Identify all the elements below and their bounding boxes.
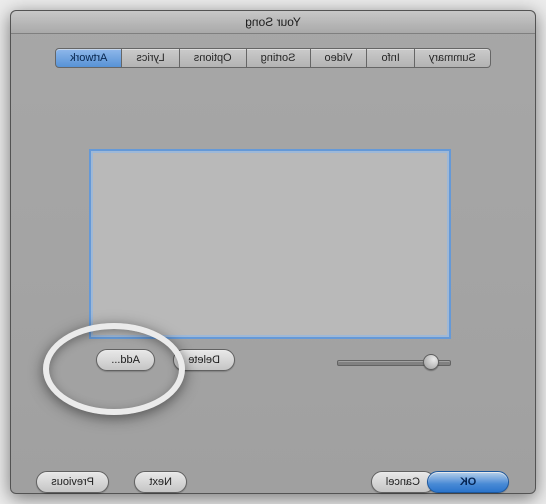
next-button[interactable]: Next	[134, 471, 187, 493]
tab-lyrics[interactable]: Lyrics	[122, 48, 179, 68]
tab-options[interactable]: Options	[180, 48, 247, 68]
cancel-button[interactable]: Cancel	[371, 471, 435, 493]
tab-bar: Summary Info Video Sorting Options Lyric…	[11, 48, 535, 68]
add-button[interactable]: Add...	[96, 349, 155, 371]
window-title: Your Song	[11, 11, 535, 34]
tab-summary[interactable]: Summary	[415, 48, 491, 68]
previous-button[interactable]: Previous	[36, 471, 109, 493]
delete-button[interactable]: Delete	[173, 349, 235, 371]
artwork-well[interactable]	[89, 149, 451, 339]
tab-video[interactable]: Video	[311, 48, 368, 68]
artwork-size-slider[interactable]	[339, 355, 451, 369]
tab-sorting[interactable]: Sorting	[247, 48, 311, 68]
dialog-window: Your Song Summary Info Video Sorting Opt…	[10, 10, 536, 494]
tab-artwork[interactable]: Artwork	[55, 48, 122, 68]
slider-thumb[interactable]	[423, 354, 439, 370]
tab-info[interactable]: Info	[367, 48, 414, 68]
ok-button[interactable]: OK	[427, 471, 509, 493]
